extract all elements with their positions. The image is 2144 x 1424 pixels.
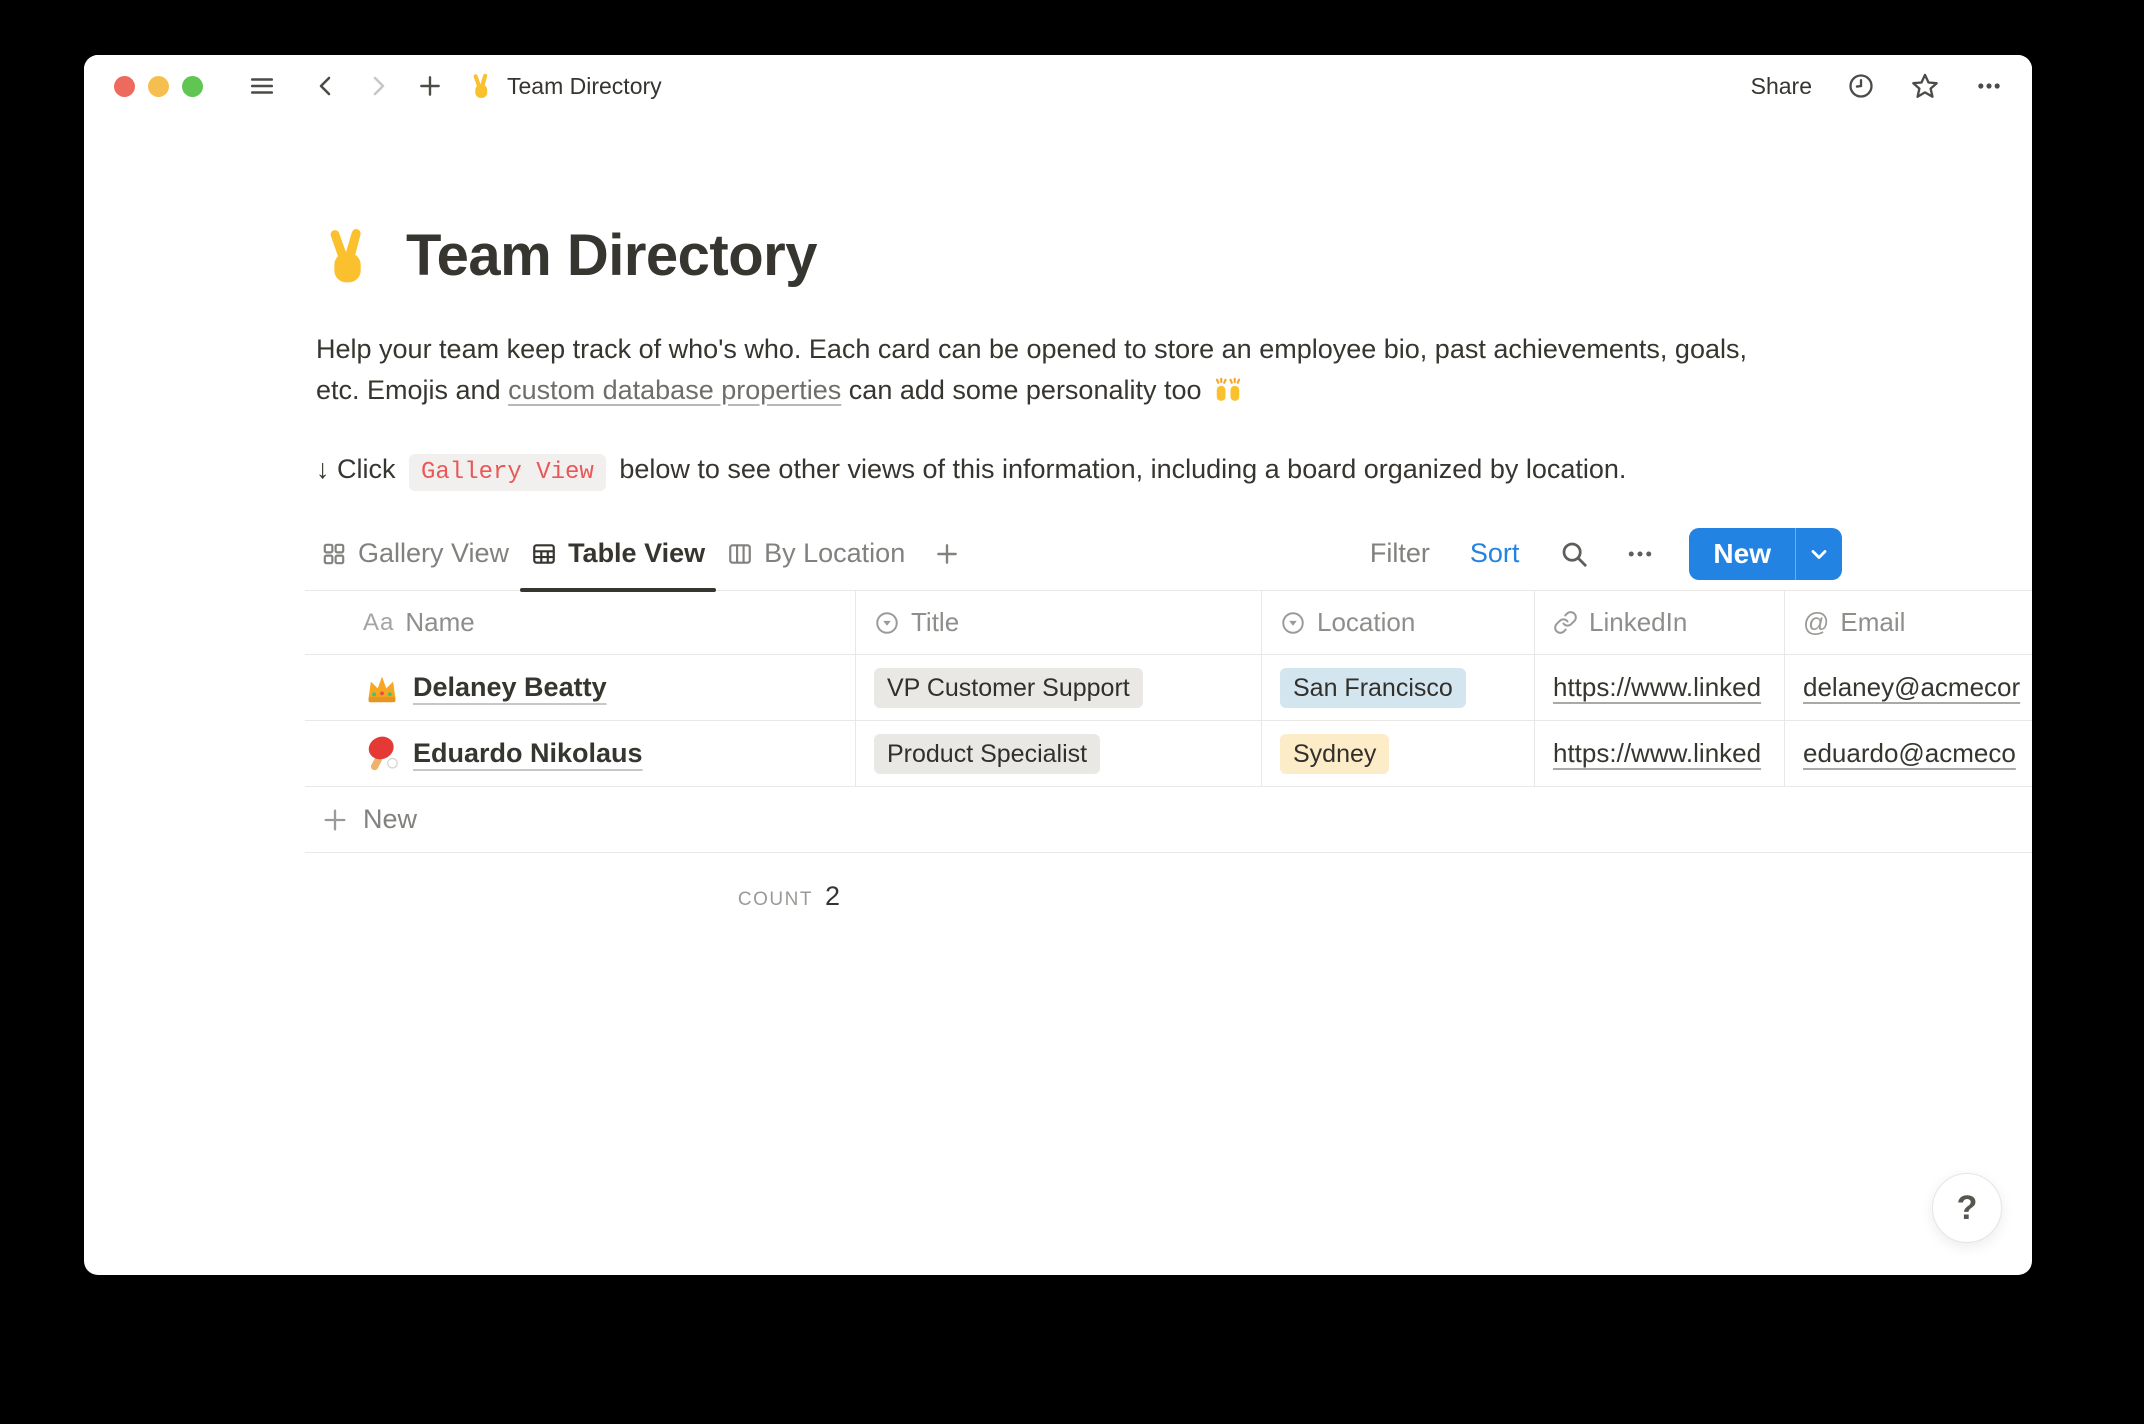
title-cell[interactable]: Product Specialist [856, 721, 1262, 786]
location-tag: Sydney [1280, 734, 1389, 774]
column-label: Email [1840, 607, 1905, 638]
forward-icon[interactable] [363, 71, 393, 101]
titlebar-page-title: Team Directory [507, 73, 662, 100]
desktop-background: Team Directory Share Team Directory [0, 0, 2144, 1424]
linkedin-cell[interactable]: https://www.linked [1535, 655, 1785, 720]
column-label: Location [1317, 607, 1415, 638]
page-title-block: Team Directory [316, 223, 817, 289]
chevron-down-icon[interactable] [1796, 528, 1842, 580]
notion-window: Team Directory Share Team Directory [84, 55, 2032, 1275]
gallery-view-code-chip: Gallery View [409, 454, 606, 491]
titlebar: Team Directory Share [84, 55, 2032, 117]
count-value: 2 [825, 881, 840, 912]
victory-hand-icon [467, 72, 495, 100]
filter-button[interactable]: Filter [1370, 538, 1430, 569]
table-icon [531, 541, 557, 567]
tab-by-location[interactable]: By Location [716, 517, 916, 590]
select-icon [874, 610, 900, 636]
title-tag: Product Specialist [874, 734, 1100, 774]
view-bar: Gallery View Table View By Location [305, 517, 2032, 591]
tab-label: Table View [568, 538, 705, 569]
share-button[interactable]: Share [1751, 73, 1812, 100]
plus-icon [321, 806, 349, 834]
title-cell[interactable]: VP Customer Support [856, 655, 1262, 720]
tab-gallery-view[interactable]: Gallery View [310, 517, 520, 590]
hint-text: below to see other views of this informa… [612, 454, 1627, 484]
tab-label: Gallery View [358, 538, 509, 569]
add-row-label: New [363, 804, 417, 835]
table-header-row: Aa Name Title Location [305, 591, 2032, 655]
column-header-name[interactable]: Aa Name [305, 591, 856, 654]
tab-label: By Location [764, 538, 905, 569]
back-icon[interactable] [311, 71, 341, 101]
board-icon [727, 541, 753, 567]
column-label: Name [405, 607, 474, 638]
email-cell[interactable]: eduardo@acmeco [1785, 721, 2032, 786]
linkedin-cell[interactable]: https://www.linked [1535, 721, 1785, 786]
name-cell[interactable]: Delaney Beatty [305, 655, 856, 720]
add-view-button[interactable] [922, 517, 972, 590]
plus-icon [934, 541, 960, 567]
column-header-email[interactable]: @ Email [1785, 591, 2032, 654]
location-cell[interactable]: Sydney [1262, 721, 1535, 786]
linkedin-url-link[interactable]: https://www.linked [1553, 738, 1761, 769]
minimize-window-button[interactable] [148, 76, 169, 97]
person-name-link[interactable]: Eduardo Nikolaus [413, 738, 643, 769]
star-icon[interactable] [1910, 71, 1940, 101]
hint-text: ↓ Click [316, 454, 403, 484]
gallery-icon [321, 541, 347, 567]
location-cell[interactable]: San Francisco [1262, 655, 1535, 720]
column-header-title[interactable]: Title [856, 591, 1262, 654]
zoom-window-button[interactable] [182, 76, 203, 97]
view-tabs: Gallery View Table View By Location [310, 517, 972, 590]
custom-database-properties-link[interactable]: custom database properties [508, 375, 841, 405]
more-icon[interactable] [1623, 537, 1657, 571]
page-title: Team Directory [406, 223, 817, 289]
titlebar-actions: Share [1751, 71, 2004, 101]
ping-pong-icon [363, 735, 401, 773]
location-tag: San Francisco [1280, 668, 1466, 708]
count-label[interactable]: count [738, 889, 813, 911]
hamburger-icon[interactable] [247, 71, 277, 101]
table-row: Delaney Beatty VP Customer Support San F… [305, 655, 2032, 721]
email-link[interactable]: delaney@acmecor [1803, 672, 2020, 703]
table-row: Eduardo Nikolaus Product Specialist Sydn… [305, 721, 2032, 787]
database-toolbar: Filter Sort New [1370, 528, 1842, 580]
column-label: Title [911, 607, 959, 638]
hint-line: ↓ Click Gallery View below to see other … [316, 445, 1626, 497]
add-row-button[interactable]: New [305, 787, 2032, 853]
victory-hand-icon[interactable] [316, 225, 378, 287]
title-tag: VP Customer Support [874, 668, 1143, 708]
clock-icon[interactable] [1846, 71, 1876, 101]
select-icon [1280, 610, 1306, 636]
email-icon: @ [1803, 607, 1829, 638]
column-label: LinkedIn [1589, 607, 1687, 638]
linkedin-url-link[interactable]: https://www.linked [1553, 672, 1761, 703]
crown-icon [363, 669, 401, 707]
page-description: Help your team keep track of who's who. … [316, 329, 1776, 411]
name-cell[interactable]: Eduardo Nikolaus [305, 721, 856, 786]
email-cell[interactable]: delaney@acmecor [1785, 655, 2032, 720]
column-header-location[interactable]: Location [1262, 591, 1535, 654]
link-icon [1553, 610, 1578, 635]
new-tab-plus-icon[interactable] [415, 71, 445, 101]
column-header-linkedin[interactable]: LinkedIn [1535, 591, 1785, 654]
person-name-link[interactable]: Delaney Beatty [413, 672, 607, 703]
new-record-button[interactable]: New [1689, 528, 1795, 580]
tab-table-view[interactable]: Table View [520, 517, 716, 590]
table-footer: count 2 [305, 853, 856, 912]
new-record-button-group: New [1689, 528, 1842, 580]
traffic-lights [114, 76, 203, 97]
close-window-button[interactable] [114, 76, 135, 97]
sort-button[interactable]: Sort [1470, 538, 1520, 569]
help-button[interactable]: ? [1932, 1173, 2002, 1243]
search-icon[interactable] [1557, 537, 1591, 571]
email-link[interactable]: eduardo@acmeco [1803, 738, 2016, 769]
raising-hands-icon [1213, 374, 1243, 404]
description-text: can add some personality too [841, 375, 1209, 405]
more-icon[interactable] [1974, 71, 2004, 101]
team-directory-table: Aa Name Title Location [305, 591, 2032, 912]
text-icon: Aa [363, 609, 394, 637]
